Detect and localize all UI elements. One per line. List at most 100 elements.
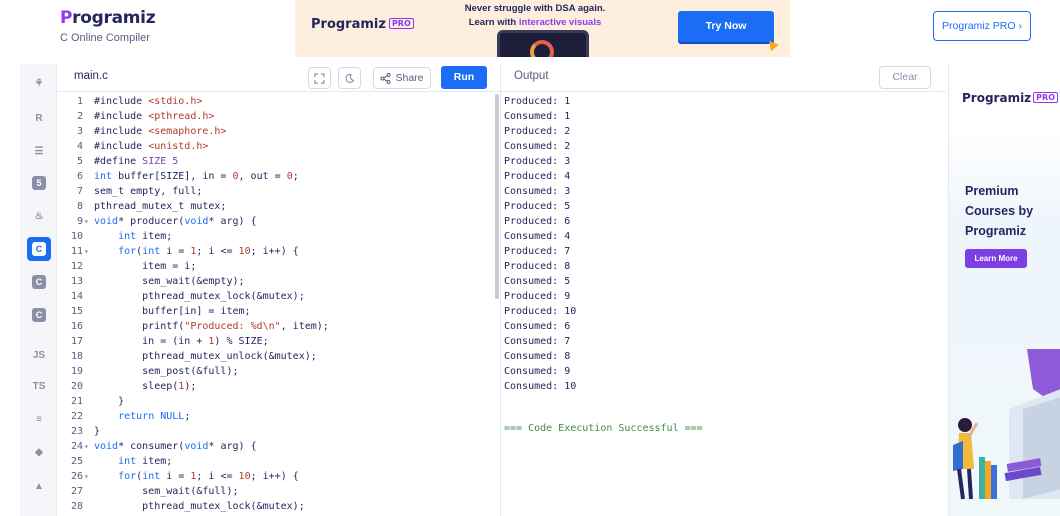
output-line: Consumed: 3 bbox=[504, 186, 571, 197]
code-text: } bbox=[94, 396, 125, 407]
line-number: 8 bbox=[76, 201, 83, 212]
try-now-button[interactable]: Try Now bbox=[678, 11, 774, 42]
fullscreen-icon[interactable] bbox=[308, 67, 331, 89]
code-line: 16 printf("Produced: %d\n", item); bbox=[57, 319, 493, 334]
go-icon[interactable]: ≡ bbox=[27, 407, 51, 431]
line-number: 28 bbox=[70, 501, 83, 512]
output-line: Consumed: 2 bbox=[504, 141, 571, 152]
c-icon[interactable]: C bbox=[27, 237, 51, 261]
output-line: Consumed: 4 bbox=[504, 231, 571, 242]
code-line: 18 pthread_mutex_unlock(&mutex); bbox=[57, 349, 493, 364]
code-line: 6 int buffer[SIZE], in = 0, out = 0; bbox=[57, 169, 493, 184]
swift-icon[interactable]: ▲ bbox=[27, 474, 51, 498]
code-text: } bbox=[94, 426, 101, 437]
code-line: 1 #include <stdio.h> bbox=[57, 94, 493, 109]
code-text: pthread_mutex_lock(&mutex); bbox=[94, 501, 305, 512]
code-line: 9 ▾ void* producer(void* arg) { bbox=[57, 214, 493, 229]
output-line: Consumed: 8 bbox=[504, 351, 571, 362]
code-line: 17 in = (in + 1) % SIZE; bbox=[57, 334, 493, 349]
output-line: Produced: 3 bbox=[504, 156, 571, 167]
ad-text: Never struggle with DSA again. Learn wit… bbox=[435, 2, 635, 30]
java-icon[interactable]: ♨ bbox=[27, 204, 51, 228]
code-text: void* producer(void* arg) { bbox=[94, 216, 257, 227]
run-button[interactable]: Run bbox=[441, 66, 487, 89]
code-text: buffer[in] = item; bbox=[94, 306, 251, 317]
line-number: 5 bbox=[76, 156, 83, 167]
output-line: Consumed: 6 bbox=[504, 321, 571, 332]
programiz-pro-button[interactable]: Programiz PRO › bbox=[933, 11, 1031, 41]
code-text: pthread_mutex_lock(&mutex); bbox=[94, 291, 305, 302]
student-illustration bbox=[953, 349, 1060, 500]
programiz-logo[interactable]: Programiz C Online Compiler bbox=[60, 8, 156, 44]
python-icon[interactable]: ⚘ bbox=[27, 71, 51, 95]
code-line: 10 int item; bbox=[57, 229, 493, 244]
line-number: 1 bbox=[76, 96, 83, 107]
side-ad-logo: Programiz PRO bbox=[962, 91, 1058, 105]
code-line: 15 buffer[in] = item; bbox=[57, 304, 493, 319]
ad-programiz-logo: Programiz PRO bbox=[311, 17, 414, 32]
code-line: 25 int item; bbox=[57, 454, 493, 469]
execution-success-message: === Code Execution Successful === bbox=[504, 423, 703, 434]
output-line: Consumed: 5 bbox=[504, 276, 571, 287]
output-header: Output Clear bbox=[501, 64, 946, 92]
line-number: 10 bbox=[70, 231, 83, 242]
output-panel: Output Clear Produced: 1 Consumed: 1 Produ… bbox=[500, 64, 946, 516]
cpp-icon[interactable]: C bbox=[27, 270, 51, 294]
code-editor-panel: main.c Share Run 1 #include <stdio.h> 2 #in… bbox=[57, 64, 500, 516]
line-number: 26 bbox=[70, 471, 83, 482]
compiler-subtitle: C Online Compiler bbox=[60, 32, 150, 44]
learn-more-button[interactable]: Learn More bbox=[965, 249, 1027, 268]
dark-mode-icon[interactable] bbox=[338, 67, 361, 89]
logo-mark: P bbox=[60, 8, 73, 28]
sql-icon[interactable]: ☰ bbox=[27, 139, 51, 163]
code-text: int item; bbox=[118, 456, 173, 467]
output-console: Produced: 1 Consumed: 1 Produced: 2 Consume… bbox=[504, 94, 576, 394]
code-text: item = i; bbox=[94, 261, 197, 272]
php-icon[interactable]: ◆ bbox=[27, 440, 51, 464]
code-text: for(int i = 1; i <= 10; i++) { bbox=[118, 471, 299, 482]
output-line: Consumed: 7 bbox=[504, 336, 571, 347]
code-line: 12 item = i; bbox=[57, 259, 493, 274]
fold-toggle-icon[interactable]: ▾ bbox=[84, 244, 89, 259]
csharp-icon[interactable]: C bbox=[27, 303, 51, 327]
share-button[interactable]: Share bbox=[373, 67, 431, 89]
line-number: 23 bbox=[70, 426, 83, 437]
line-number: 6 bbox=[76, 171, 83, 182]
js-icon[interactable]: JS bbox=[27, 343, 51, 367]
output-line: Consumed: 9 bbox=[504, 366, 571, 377]
code-line: 26 ▾ for(int i = 1; i <= 10; i++) { bbox=[57, 469, 493, 484]
code-line: 4 #include <unistd.h> bbox=[57, 139, 493, 154]
code-line: 24 ▾ void* consumer(void* arg) { bbox=[57, 439, 493, 454]
code-line: 5 #define SIZE 5 bbox=[57, 154, 493, 169]
clear-button[interactable]: Clear bbox=[879, 66, 931, 89]
fold-toggle-icon[interactable]: ▾ bbox=[84, 214, 89, 229]
code-text: #include <stdio.h> bbox=[94, 96, 203, 107]
line-number: 15 bbox=[70, 306, 83, 317]
output-line: Produced: 5 bbox=[504, 201, 571, 212]
ad-line-2: Learn with interactive visuals bbox=[468, 17, 602, 28]
ts-icon[interactable]: TS bbox=[27, 374, 51, 398]
fold-toggle-icon[interactable]: ▾ bbox=[84, 469, 89, 484]
r-icon[interactable]: R bbox=[27, 106, 51, 130]
file-tab-main-c[interactable]: main.c bbox=[74, 70, 108, 82]
code-line: 28 pthread_mutex_lock(&mutex); bbox=[57, 499, 493, 514]
code-line: 21 } bbox=[57, 394, 493, 409]
code-text: #include <semaphore.h> bbox=[94, 126, 227, 137]
code-text: int buffer[SIZE], in = 0, out = 0; bbox=[94, 171, 299, 182]
output-line: Consumed: 10 bbox=[504, 381, 577, 392]
fold-toggle-icon[interactable]: ▾ bbox=[84, 439, 89, 454]
code-text: int item; bbox=[118, 231, 173, 242]
code-area[interactable]: 1 #include <stdio.h> 2 #include <pthread.h>… bbox=[57, 94, 495, 516]
line-number: 7 bbox=[76, 186, 83, 197]
logo-wordmark: rogramiz bbox=[72, 8, 156, 28]
code-line: 20 sleep(1); bbox=[57, 379, 493, 394]
editor-scrollbar[interactable] bbox=[495, 94, 499, 299]
html-icon[interactable]: 5 bbox=[27, 171, 51, 195]
code-text: pthread_mutex_unlock(&mutex); bbox=[94, 351, 317, 362]
line-number: 12 bbox=[70, 261, 83, 272]
code-line: 19 sem_post(&full); bbox=[57, 364, 493, 379]
side-ad-banner[interactable]: Programiz PRO Premium Courses by Programi… bbox=[948, 64, 1060, 516]
dsa-ad-banner[interactable]: Programiz PRO Never struggle with DSA aga… bbox=[295, 0, 790, 57]
code-line: 2 #include <pthread.h> bbox=[57, 109, 493, 124]
line-number: 13 bbox=[70, 276, 83, 287]
